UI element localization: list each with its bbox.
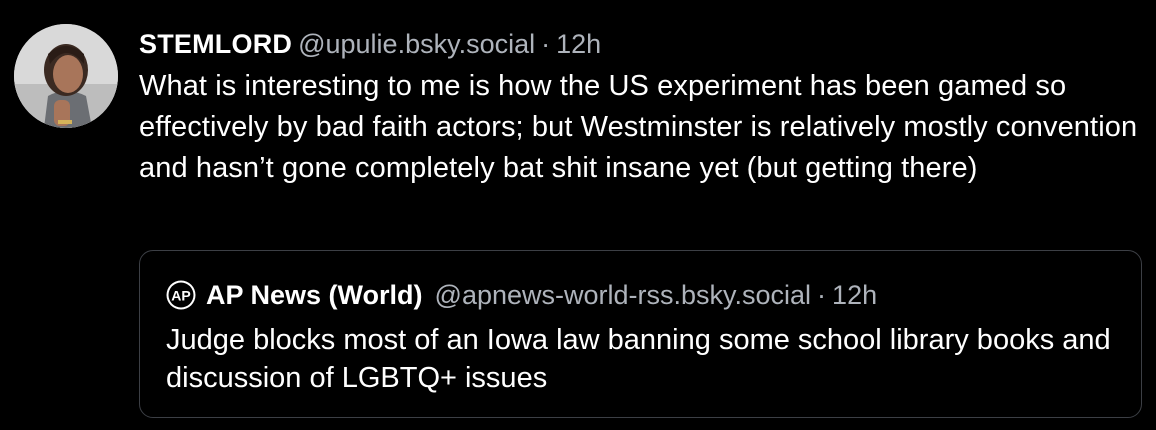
author-display-name[interactable]: STEMLORD [139, 29, 292, 59]
user-photo-avatar-icon [14, 24, 118, 128]
feed-post[interactable]: STEMLORD @upulie.bsky.social · 12h What is … [0, 0, 1156, 430]
quoted-post-header: AP AP News (World) @apnews-world-rss.bsky… [166, 277, 877, 313]
quoted-author-display-name[interactable]: AP News (World) [206, 277, 423, 313]
author-avatar[interactable] [14, 24, 118, 128]
post-content: STEMLORD @upulie.bsky.social · 12h What is … [139, 26, 1139, 189]
quoted-author-handle[interactable]: @apnews-world-rss.bsky.social [435, 277, 812, 313]
author-handle[interactable]: @upulie.bsky.social [298, 29, 535, 59]
post-timestamp[interactable]: 12h [556, 29, 601, 59]
quoted-header-separator: · [817, 280, 827, 310]
quoted-post-text: Judge blocks most of an Iowa law banning… [166, 324, 1111, 394]
ap-logo-text: AP [171, 288, 190, 304]
post-text: What is interesting to me is how the US … [139, 70, 1138, 184]
quoted-post-card[interactable]: AP AP News (World) @apnews-world-rss.bsky… [139, 250, 1142, 418]
quoted-post-timestamp[interactable]: 12h [832, 277, 877, 313]
post-header: STEMLORD @upulie.bsky.social · 12h [139, 26, 1139, 62]
header-separator: · [541, 29, 551, 59]
ap-logo-icon: AP [166, 280, 196, 310]
